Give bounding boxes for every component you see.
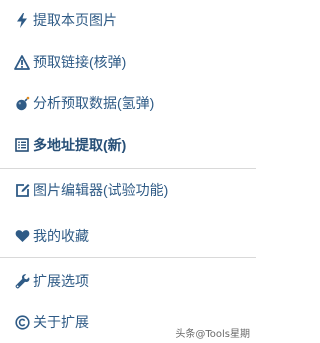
heart-icon bbox=[14, 228, 30, 244]
divider bbox=[0, 257, 256, 258]
menu-item-label: 图片编辑器(试验功能) bbox=[33, 182, 169, 198]
menu-item-image-editor[interactable]: 图片编辑器(试验功能) bbox=[0, 173, 256, 207]
bomb-icon bbox=[14, 95, 30, 111]
menu-item-prefetch-links[interactable]: 预取链接(核弹) bbox=[0, 45, 256, 79]
menu-item-extract-images[interactable]: 提取本页图片 bbox=[0, 3, 256, 37]
edit-icon bbox=[14, 182, 30, 198]
menu-item-label: 扩展选项 bbox=[33, 273, 89, 289]
divider bbox=[0, 168, 256, 169]
menu-item-label: 分析预取数据(氢弹) bbox=[33, 95, 155, 111]
menu-item-label: 多地址提取(新) bbox=[33, 137, 127, 153]
copyright-icon bbox=[14, 314, 30, 330]
wrench-icon bbox=[14, 273, 30, 289]
menu-item-analyze-prefetch[interactable]: 分析预取数据(氢弹) bbox=[0, 86, 256, 120]
menu-item-label: 预取链接(核弹) bbox=[33, 54, 127, 70]
menu-item-options[interactable]: 扩展选项 bbox=[0, 264, 256, 298]
menu-item-label: 提取本页图片 bbox=[33, 12, 117, 28]
watermark: 头条@Tools星期 bbox=[175, 329, 250, 340]
menu-item-multi-address[interactable]: 多地址提取(新) bbox=[0, 128, 256, 162]
list-icon bbox=[14, 137, 30, 153]
menu-item-favorites[interactable]: 我的收藏 bbox=[0, 219, 256, 253]
menu-item-label: 关于扩展 bbox=[33, 314, 89, 330]
menu-item-label: 我的收藏 bbox=[33, 228, 89, 244]
warning-icon bbox=[14, 54, 30, 70]
lightning-icon bbox=[14, 12, 30, 28]
